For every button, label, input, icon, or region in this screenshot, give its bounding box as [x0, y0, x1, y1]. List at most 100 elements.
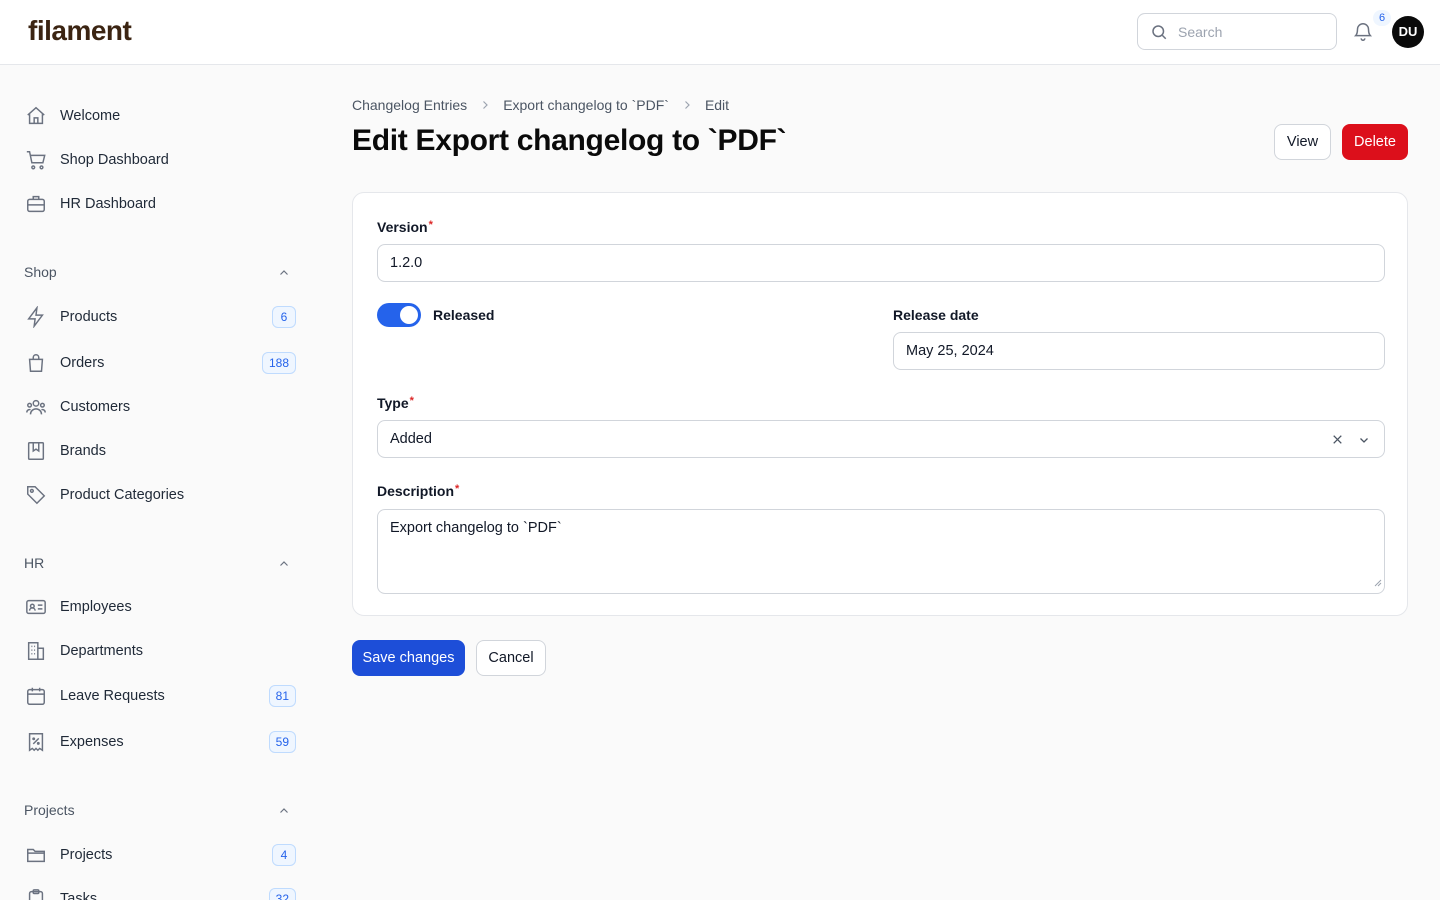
bell-icon[interactable] [1352, 21, 1374, 48]
bag-icon [24, 351, 48, 375]
group-label: HR [24, 555, 45, 571]
group-label: Projects [24, 802, 75, 818]
sidebar-item-label: Leave Requests [60, 688, 165, 704]
bolt-icon [24, 305, 48, 329]
sidebar-group-hr[interactable]: HR [24, 553, 296, 573]
id-card-icon [24, 595, 48, 619]
sidebar-item-tasks[interactable]: Tasks 32 [24, 881, 296, 900]
bookmark-icon [24, 439, 48, 463]
sidebar-item-product-categories[interactable]: Product Categories [24, 477, 296, 513]
chevron-up-icon[interactable] [278, 266, 290, 284]
chevron-right-icon [479, 99, 491, 111]
tag-icon [24, 483, 48, 507]
global-search[interactable]: Search [1137, 13, 1337, 50]
home-icon [24, 104, 48, 128]
version-value: 1.2.0 [390, 255, 423, 271]
version-label-text: Version [377, 219, 428, 235]
sidebar-item-expenses[interactable]: Expenses 59 [24, 724, 296, 760]
chevron-right-icon [681, 99, 693, 111]
sidebar-item-label: Projects [60, 847, 113, 863]
users-icon [24, 395, 48, 419]
group-label: Shop [24, 264, 57, 280]
view-button[interactable]: View [1274, 124, 1331, 160]
avatar[interactable]: DU [1392, 16, 1424, 48]
sidebar-item-leave-requests[interactable]: Leave Requests 81 [24, 678, 296, 714]
cancel-button[interactable]: Cancel [476, 640, 546, 676]
count-badge: 59 [268, 731, 296, 753]
sidebar-item-label: Customers [60, 399, 131, 415]
count-badge: 4 [272, 844, 296, 866]
sidebar-item-shop-dashboard[interactable]: Shop Dashboard [24, 142, 296, 178]
sidebar-item-projects[interactable]: Projects 4 [24, 837, 296, 873]
chevron-down-icon[interactable] [1358, 434, 1370, 450]
sidebar-item-departments[interactable]: Departments [24, 633, 296, 669]
toggle-knob [400, 306, 418, 324]
breadcrumb: Changelog Entries Export changelog to `P… [352, 97, 729, 113]
resize-handle-icon[interactable] [1374, 575, 1382, 591]
description-label: Description* [377, 483, 459, 499]
sidebar-group-shop[interactable]: Shop [24, 262, 296, 282]
building-icon [24, 639, 48, 663]
sidebar-item-orders[interactable]: Orders 188 [24, 345, 296, 381]
count-badge: 188 [261, 352, 296, 374]
type-label-text: Type [377, 395, 409, 411]
type-label: Type* [377, 395, 414, 411]
delete-button[interactable]: Delete [1342, 124, 1408, 160]
required-mark: * [428, 219, 433, 231]
save-changes-button[interactable]: Save changes [352, 640, 465, 676]
briefcase-icon [24, 192, 48, 216]
receipt-icon [24, 730, 48, 754]
chevron-up-icon[interactable] [278, 557, 290, 575]
description-textarea[interactable]: Export changelog to `PDF` [377, 509, 1385, 594]
sidebar-item-brands[interactable]: Brands [24, 433, 296, 469]
sidebar-item-label: Welcome [60, 108, 121, 124]
version-label: Version* [377, 219, 433, 235]
sidebar-item-welcome[interactable]: Welcome [24, 98, 296, 134]
released-label: Released [433, 307, 495, 323]
sidebar-item-label: Brands [60, 443, 106, 459]
description-label-text: Description [377, 483, 455, 499]
sidebar-item-label: Employees [60, 599, 132, 615]
release-date-label: Release date [893, 307, 979, 323]
sidebar-item-label: HR Dashboard [60, 196, 156, 212]
release-date-field[interactable]: May 25, 2024 [893, 332, 1385, 370]
released-toggle[interactable] [377, 303, 421, 327]
count-badge: 32 [268, 888, 296, 900]
release-date-value: May 25, 2024 [906, 343, 994, 359]
notifications-badge: 6 [1373, 10, 1391, 26]
breadcrumb-link[interactable]: Export changelog to `PDF` [503, 97, 669, 113]
sidebar-item-employees[interactable]: Employees [24, 589, 296, 625]
app-logo[interactable]: filament [28, 15, 132, 47]
top-bar: filament Search 6 DU [0, 0, 1440, 65]
sidebar: Welcome Shop Dashboard HR Dashboard Shop… [0, 65, 320, 900]
search-icon [1150, 23, 1168, 46]
sidebar-item-label: Tasks [60, 891, 98, 900]
count-badge: 6 [272, 306, 296, 328]
breadcrumb-link[interactable]: Changelog Entries [352, 97, 467, 113]
type-value: Added [390, 431, 432, 447]
sidebar-item-label: Products [60, 309, 118, 325]
required-mark: * [409, 395, 414, 407]
sidebar-item-label: Shop Dashboard [60, 152, 169, 168]
type-select[interactable]: Added [377, 420, 1385, 458]
search-placeholder: Search [1178, 24, 1223, 40]
chevron-up-icon[interactable] [278, 804, 290, 822]
folder-icon [24, 843, 48, 867]
count-badge: 81 [268, 685, 296, 707]
cart-icon [24, 148, 48, 172]
sidebar-group-projects[interactable]: Projects [24, 800, 296, 820]
sidebar-item-label: Product Categories [60, 487, 185, 503]
page-title: Edit Export changelog to `PDF` [352, 124, 787, 157]
sidebar-item-customers[interactable]: Customers [24, 389, 296, 425]
clipboard-icon [24, 887, 48, 900]
sidebar-item-label: Departments [60, 643, 144, 659]
form-card: Version* 1.2.0 Released Release date May… [352, 192, 1408, 616]
calendar-icon [24, 684, 48, 708]
version-field[interactable]: 1.2.0 [377, 244, 1385, 282]
description-value: Export changelog to `PDF` [390, 520, 562, 536]
sidebar-item-hr-dashboard[interactable]: HR Dashboard [24, 186, 296, 222]
sidebar-item-label: Expenses [60, 734, 124, 750]
clear-icon[interactable] [1331, 433, 1344, 450]
sidebar-item-label: Orders [60, 355, 105, 371]
sidebar-item-products[interactable]: Products 6 [24, 299, 296, 335]
